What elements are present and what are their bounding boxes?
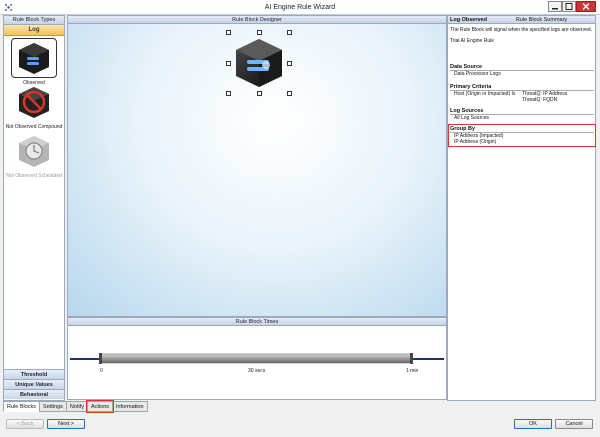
timeline-chart bbox=[70, 353, 444, 364]
group-by-item: IP Address (Origin) bbox=[454, 139, 497, 145]
block-not-observed-scheduled[interactable]: Not Observed Scheduled bbox=[4, 133, 64, 179]
observed-block-icon bbox=[11, 38, 57, 78]
resize-handle[interactable] bbox=[287, 61, 292, 66]
resize-handle[interactable] bbox=[257, 30, 262, 35]
title-bar: AI Engine Rule Wizard bbox=[0, 0, 600, 15]
back-button[interactable]: < Back bbox=[6, 419, 44, 429]
rule-block-types-header: Rule Block Types bbox=[4, 16, 64, 25]
primary-criteria-row: ThreatQ: FQDN bbox=[450, 97, 594, 103]
rule-block-times: Rule Block Times 0 30 secs 1 min bbox=[67, 317, 447, 400]
unique-values-category-tab[interactable]: Unique Values bbox=[4, 379, 64, 389]
resize-handle[interactable] bbox=[257, 91, 262, 96]
not-observed-scheduled-icon bbox=[13, 133, 55, 169]
block-not-observed-compound-label: Not Observed Compound bbox=[5, 124, 63, 130]
not-observed-compound-icon bbox=[13, 84, 55, 120]
resize-handle[interactable] bbox=[226, 30, 231, 35]
close-icon bbox=[582, 3, 590, 10]
selected-rule-block[interactable] bbox=[226, 30, 292, 96]
block-observed[interactable]: Observed bbox=[4, 38, 64, 86]
maximize-button[interactable] bbox=[562, 1, 576, 12]
time-window-bar bbox=[100, 353, 412, 364]
rule-block-types-panel: Rule Block Types Log Observed Not Observ… bbox=[3, 15, 65, 401]
resize-handle[interactable] bbox=[226, 91, 231, 96]
tick-label: 30 secs bbox=[248, 368, 266, 374]
maximize-icon bbox=[565, 3, 573, 10]
resize-handle[interactable] bbox=[287, 30, 292, 35]
times-header: Rule Block Times bbox=[68, 318, 446, 326]
ok-button[interactable]: OK bbox=[514, 419, 552, 429]
log-sources-section: Log Sources All Log Sources bbox=[450, 108, 594, 121]
tab-settings[interactable]: Settings bbox=[39, 401, 67, 412]
tab-rule-blocks[interactable]: Rule Blocks bbox=[3, 401, 41, 412]
block-not-observed-compound[interactable]: Not Observed Compound bbox=[4, 84, 64, 130]
tab-actions[interactable]: Actions bbox=[85, 400, 115, 413]
group-by-section: Group By IP Address (Impacted) IP Addres… bbox=[448, 124, 596, 147]
log-observed-cube-icon bbox=[236, 39, 282, 87]
log-sources-value: All Log Sources bbox=[454, 115, 490, 121]
tab-notify[interactable]: Notify bbox=[65, 401, 88, 412]
primary-criteria-value: ThreatQ: FQDN bbox=[522, 97, 558, 103]
group-by-title: Group By bbox=[450, 126, 594, 133]
block-not-observed-scheduled-label: Not Observed Scheduled bbox=[6, 173, 62, 179]
cancel-button[interactable]: Cancel bbox=[555, 419, 593, 429]
rule-name: Trial AI Engine Rule bbox=[450, 38, 495, 44]
minimize-icon bbox=[552, 8, 558, 10]
minimize-button[interactable] bbox=[548, 1, 562, 12]
log-observed-section: The Rule Block will signal when the spec… bbox=[450, 27, 594, 44]
tab-information[interactable]: Information bbox=[112, 401, 148, 412]
tick-label: 0 bbox=[100, 368, 103, 374]
log-category-tab[interactable]: Log bbox=[4, 25, 64, 36]
rule-block-summary: Log Observed Rule Block Summary The Rule… bbox=[447, 15, 596, 401]
data-source-section: Data Source Data Processor Logs bbox=[450, 64, 594, 77]
rule-block-designer[interactable]: Rule Block Designer bbox=[67, 15, 447, 317]
resize-handle[interactable] bbox=[287, 91, 292, 96]
time-window-end-handle bbox=[410, 353, 413, 364]
resize-handle[interactable] bbox=[226, 61, 231, 66]
primary-criteria-section: Primary Criteria Host (Origin or Impacte… bbox=[450, 84, 594, 103]
log-observed-description: The Rule Block will signal when the spec… bbox=[450, 27, 593, 33]
next-button[interactable]: Next > bbox=[47, 419, 85, 429]
log-sources-title: Log Sources bbox=[450, 108, 594, 115]
data-source-value: Data Processor Logs bbox=[454, 71, 501, 77]
primary-criteria-title: Primary Criteria bbox=[450, 84, 594, 91]
summary-header: Log Observed Rule Block Summary bbox=[448, 16, 595, 24]
wizard-tabs: Rule Blocks Settings Notify Actions Info… bbox=[3, 400, 148, 413]
window-title: AI Engine Rule Wizard bbox=[264, 4, 336, 11]
designer-header: Rule Block Designer bbox=[68, 16, 446, 24]
tick-label: 1 min bbox=[406, 368, 419, 374]
threshold-category-tab[interactable]: Threshold bbox=[4, 369, 64, 379]
data-source-title: Data Source bbox=[450, 64, 594, 71]
behavioral-category-tab[interactable]: Behavioral bbox=[4, 389, 64, 399]
close-button[interactable] bbox=[576, 1, 596, 12]
log-observed-title: Log Observed bbox=[450, 17, 487, 23]
summary-title: Rule Block Summary bbox=[515, 17, 568, 23]
time-window-start-handle bbox=[99, 353, 102, 364]
